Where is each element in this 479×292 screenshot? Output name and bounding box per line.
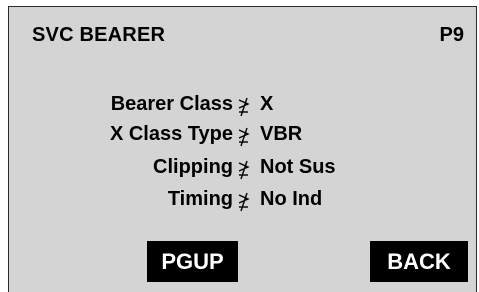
page-indicator: P9	[439, 24, 464, 46]
screen-title: SVC BEARER	[32, 24, 166, 46]
field-label: Clipping	[153, 156, 233, 178]
field-label: Timing	[167, 188, 233, 210]
gap-symbol-icon	[238, 97, 250, 117]
field-value: X	[260, 93, 274, 115]
gap-symbol-icon	[238, 127, 250, 147]
back-button[interactable]: BACK	[370, 241, 468, 282]
field-value: Not Sus	[260, 156, 336, 178]
field-row-clipping: Clipping Not Sus	[9, 156, 478, 182]
gap-symbol-icon	[238, 192, 250, 212]
field-value: VBR	[260, 123, 303, 145]
pgup-button[interactable]: PGUP	[147, 241, 238, 282]
display-screen: SVC BEARER P9 Bearer Class X X Class Typ…	[8, 6, 477, 292]
field-value: No Ind	[260, 188, 323, 210]
field-row-timing: Timing No Ind	[9, 188, 478, 214]
field-label: X Class Type	[109, 123, 233, 145]
gap-symbol-icon	[238, 160, 250, 180]
field-row-bearer-class: Bearer Class X	[9, 93, 478, 119]
field-label: Bearer Class	[110, 93, 233, 115]
field-row-x-class-type: X Class Type VBR	[9, 123, 478, 149]
